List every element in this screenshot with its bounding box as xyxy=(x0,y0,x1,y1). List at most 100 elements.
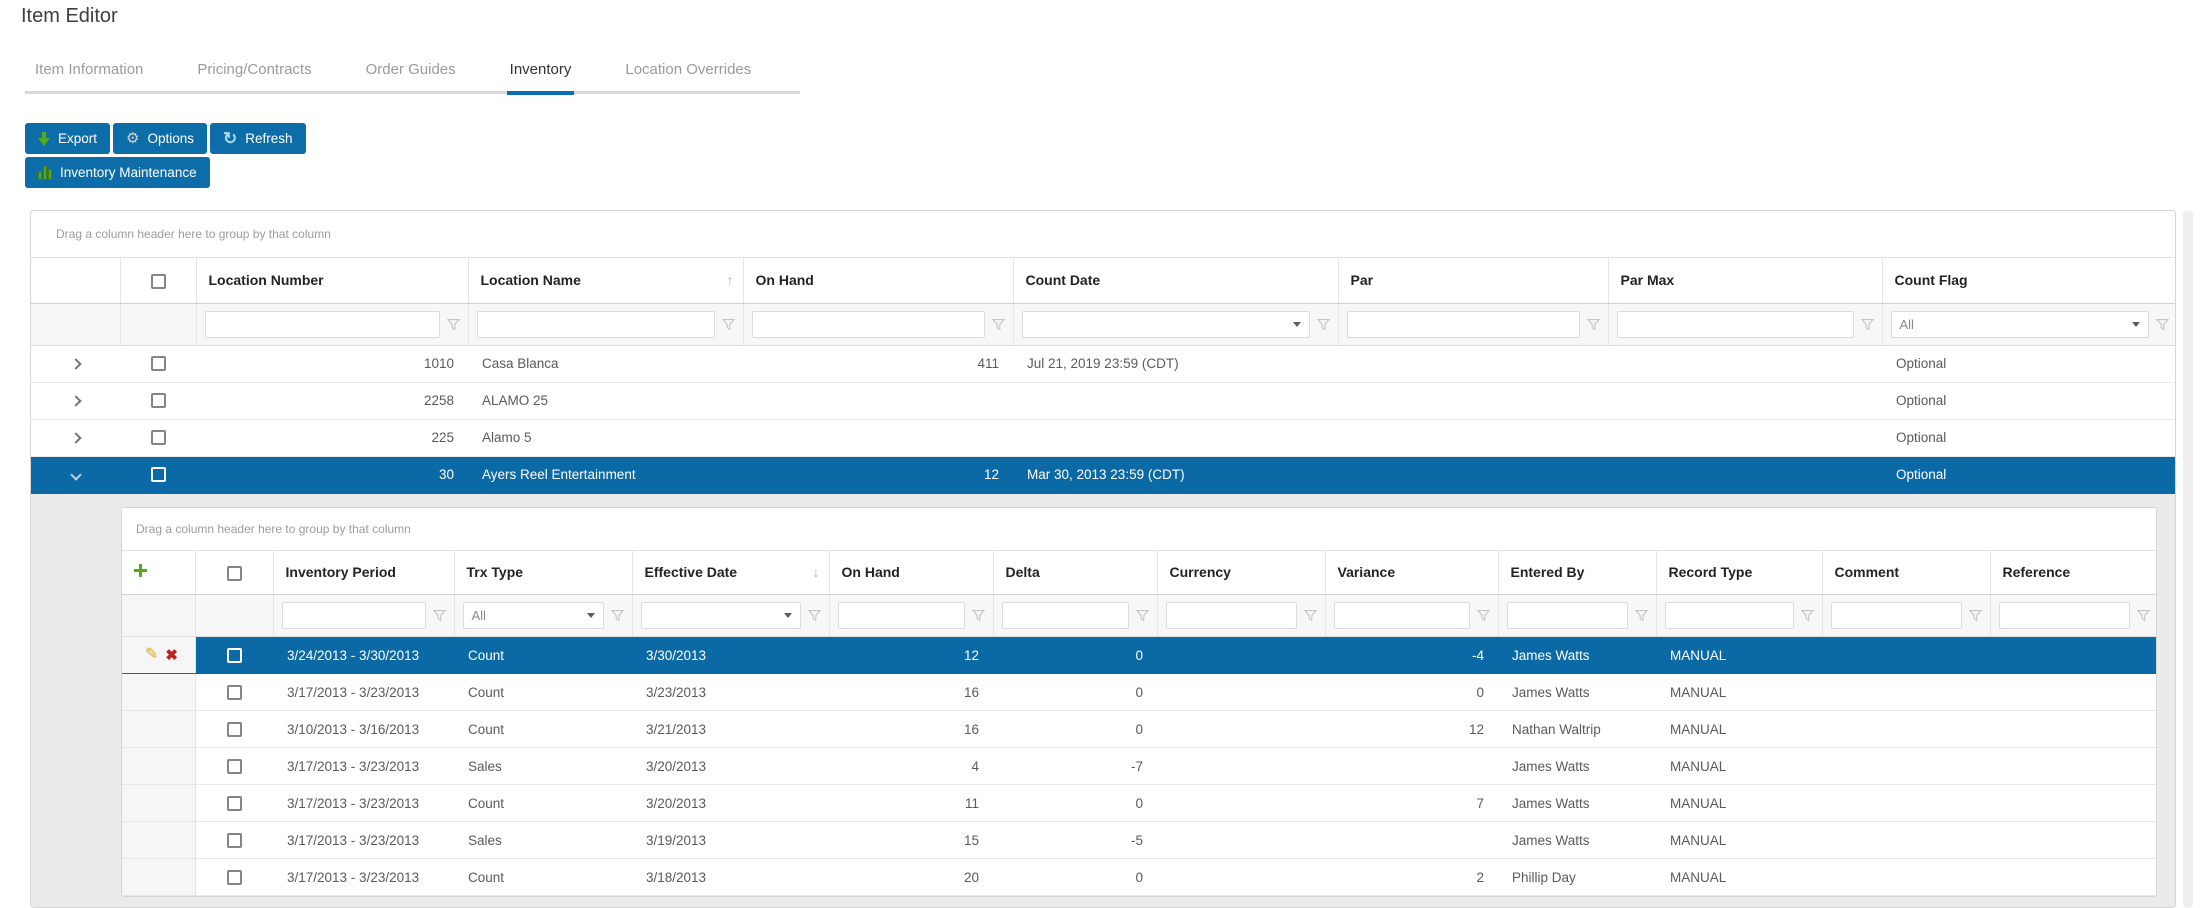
cell-variance: 0 xyxy=(1325,674,1498,711)
location-row[interactable]: 1010Casa Blanca411Jul 21, 2019 23:59 (CD… xyxy=(31,345,2176,382)
filter-funnel-icon[interactable] xyxy=(1635,609,1648,622)
filter-input-location-name[interactable] xyxy=(477,311,715,338)
chevron-down-icon[interactable] xyxy=(70,469,81,480)
row-checkbox[interactable] xyxy=(227,870,242,885)
chevron-right-icon[interactable] xyxy=(70,358,81,369)
export-button[interactable]: Export xyxy=(25,123,110,154)
column-header-on-hand[interactable]: On Hand xyxy=(829,551,993,595)
inventory-row[interactable]: 3/10/2013 - 3/16/2013Count3/21/201316012… xyxy=(122,711,2157,748)
cell-currency xyxy=(1157,859,1325,896)
filter-input-variance[interactable] xyxy=(1334,602,1470,629)
tab-order-guides[interactable]: Order Guides xyxy=(363,48,459,91)
column-header-trx-type[interactable]: Trx Type xyxy=(454,551,632,595)
row-checkbox[interactable] xyxy=(151,356,166,371)
filter-input-reference[interactable] xyxy=(1999,602,2131,629)
options-button[interactable]: ⚙ Options xyxy=(113,123,207,154)
chevron-right-icon[interactable] xyxy=(70,395,81,406)
location-row[interactable]: 30Ayers Reel Entertainment12Mar 30, 2013… xyxy=(31,456,2176,493)
refresh-button[interactable]: ↻ Refresh xyxy=(210,123,306,154)
filter-funnel-icon[interactable] xyxy=(2137,609,2150,622)
column-header-record-type[interactable]: Record Type xyxy=(1656,551,1822,595)
row-checkbox[interactable] xyxy=(227,796,242,811)
filter-funnel-icon[interactable] xyxy=(2156,318,2169,331)
column-header-count-flag[interactable]: Count Flag xyxy=(1882,258,2176,303)
filter-select-trx-type[interactable]: All xyxy=(463,602,604,629)
tab-item-information[interactable]: Item Information xyxy=(32,48,146,91)
row-checkbox[interactable] xyxy=(151,393,166,408)
filter-input-inventory-period[interactable] xyxy=(282,602,426,629)
column-header-par-max[interactable]: Par Max xyxy=(1608,258,1882,303)
row-checkbox[interactable] xyxy=(227,759,242,774)
vertical-scrollbar[interactable] xyxy=(2183,210,2193,908)
filter-select-count-flag[interactable]: All xyxy=(1891,311,2150,338)
cell-entered-by: Phillip Day xyxy=(1498,859,1656,896)
row-checkbox[interactable] xyxy=(227,648,242,663)
row-checkbox[interactable] xyxy=(227,685,242,700)
filter-funnel-icon[interactable] xyxy=(1801,609,1814,622)
filter-funnel-icon[interactable] xyxy=(808,609,821,622)
filter-funnel-icon[interactable] xyxy=(972,609,985,622)
column-header-reference[interactable]: Reference xyxy=(1990,551,2157,595)
chevron-right-icon[interactable] xyxy=(70,432,81,443)
select-all-checkbox[interactable] xyxy=(227,566,242,581)
tab-inventory[interactable]: Inventory xyxy=(507,48,575,95)
toolbar: Export ⚙ Options ↻ Refresh Inventory Mai… xyxy=(25,123,306,188)
column-header-variance[interactable]: Variance xyxy=(1325,551,1498,595)
select-all-checkbox[interactable] xyxy=(151,274,166,289)
filter-input-delta[interactable] xyxy=(1002,602,1129,629)
column-header-inventory-period[interactable]: Inventory Period xyxy=(273,551,454,595)
column-header-entered-by[interactable]: Entered By xyxy=(1498,551,1656,595)
row-checkbox[interactable] xyxy=(227,722,242,737)
column-header-delta[interactable]: Delta xyxy=(993,551,1157,595)
filter-input-record-type[interactable] xyxy=(1665,602,1794,629)
column-header-on-hand[interactable]: On Hand xyxy=(743,258,1013,303)
filter-input-on-hand[interactable] xyxy=(752,311,985,338)
tab-location-overrides[interactable]: Location Overrides xyxy=(622,48,754,91)
row-checkbox[interactable] xyxy=(227,833,242,848)
plus-icon[interactable] xyxy=(134,564,147,577)
column-header-comment[interactable]: Comment xyxy=(1822,551,1990,595)
filter-input-currency[interactable] xyxy=(1166,602,1297,629)
filter-input-par-max[interactable] xyxy=(1617,311,1854,338)
filter-input-entered-by[interactable] xyxy=(1507,602,1628,629)
column-header-count-date[interactable]: Count Date xyxy=(1013,258,1338,303)
inventory-row[interactable]: 3/17/2013 - 3/23/2013Count3/18/20132002P… xyxy=(122,859,2157,896)
filter-funnel-icon[interactable] xyxy=(722,318,735,331)
location-row[interactable]: 225Alamo 5Optional xyxy=(31,419,2176,456)
pencil-icon[interactable]: ✎ xyxy=(145,647,158,663)
filter-funnel-icon[interactable] xyxy=(1317,318,1330,331)
filter-input-comment[interactable] xyxy=(1831,602,1962,629)
location-row[interactable]: 2258ALAMO 25Optional xyxy=(31,382,2176,419)
filter-funnel-icon[interactable] xyxy=(433,609,446,622)
delete-icon[interactable]: ✖ xyxy=(165,648,178,663)
row-checkbox[interactable] xyxy=(151,430,166,445)
filter-funnel-icon[interactable] xyxy=(447,318,460,331)
filter-funnel-icon[interactable] xyxy=(611,609,624,622)
inventory-row[interactable]: 3/17/2013 - 3/23/2013Sales3/20/20134-7Ja… xyxy=(122,748,2157,785)
cell-delta: 0 xyxy=(993,674,1157,711)
column-header-location-name[interactable]: Location Name↑ xyxy=(468,258,743,303)
inventory-maintenance-button[interactable]: Inventory Maintenance xyxy=(25,157,210,188)
filter-funnel-icon[interactable] xyxy=(1477,609,1490,622)
inventory-row[interactable]: ✎✖3/24/2013 - 3/30/2013Count3/30/2013120… xyxy=(122,637,2157,674)
filter-select-effective-date[interactable] xyxy=(641,602,801,629)
filter-select-count-date[interactable] xyxy=(1022,311,1310,338)
filter-input-location-number[interactable] xyxy=(205,311,440,338)
filter-input-par[interactable] xyxy=(1347,311,1580,338)
row-checkbox[interactable] xyxy=(151,467,166,482)
inventory-row[interactable]: 3/17/2013 - 3/23/2013Count3/20/20131107J… xyxy=(122,785,2157,822)
tab-pricing-contracts[interactable]: Pricing/Contracts xyxy=(194,48,314,91)
filter-funnel-icon[interactable] xyxy=(1587,318,1600,331)
filter-funnel-icon[interactable] xyxy=(1304,609,1317,622)
column-header-effective-date[interactable]: Effective Date↓ xyxy=(632,551,829,595)
column-header-currency[interactable]: Currency xyxy=(1157,551,1325,595)
column-header-par[interactable]: Par xyxy=(1338,258,1608,303)
inventory-row[interactable]: 3/17/2013 - 3/23/2013Sales3/19/201315-5J… xyxy=(122,822,2157,859)
filter-input-on-hand[interactable] xyxy=(838,602,965,629)
inventory-row[interactable]: 3/17/2013 - 3/23/2013Count3/23/20131600J… xyxy=(122,674,2157,711)
filter-funnel-icon[interactable] xyxy=(1861,318,1874,331)
filter-funnel-icon[interactable] xyxy=(992,318,1005,331)
filter-funnel-icon[interactable] xyxy=(1969,609,1982,622)
filter-funnel-icon[interactable] xyxy=(1136,609,1149,622)
column-header-location-number[interactable]: Location Number xyxy=(196,258,468,303)
